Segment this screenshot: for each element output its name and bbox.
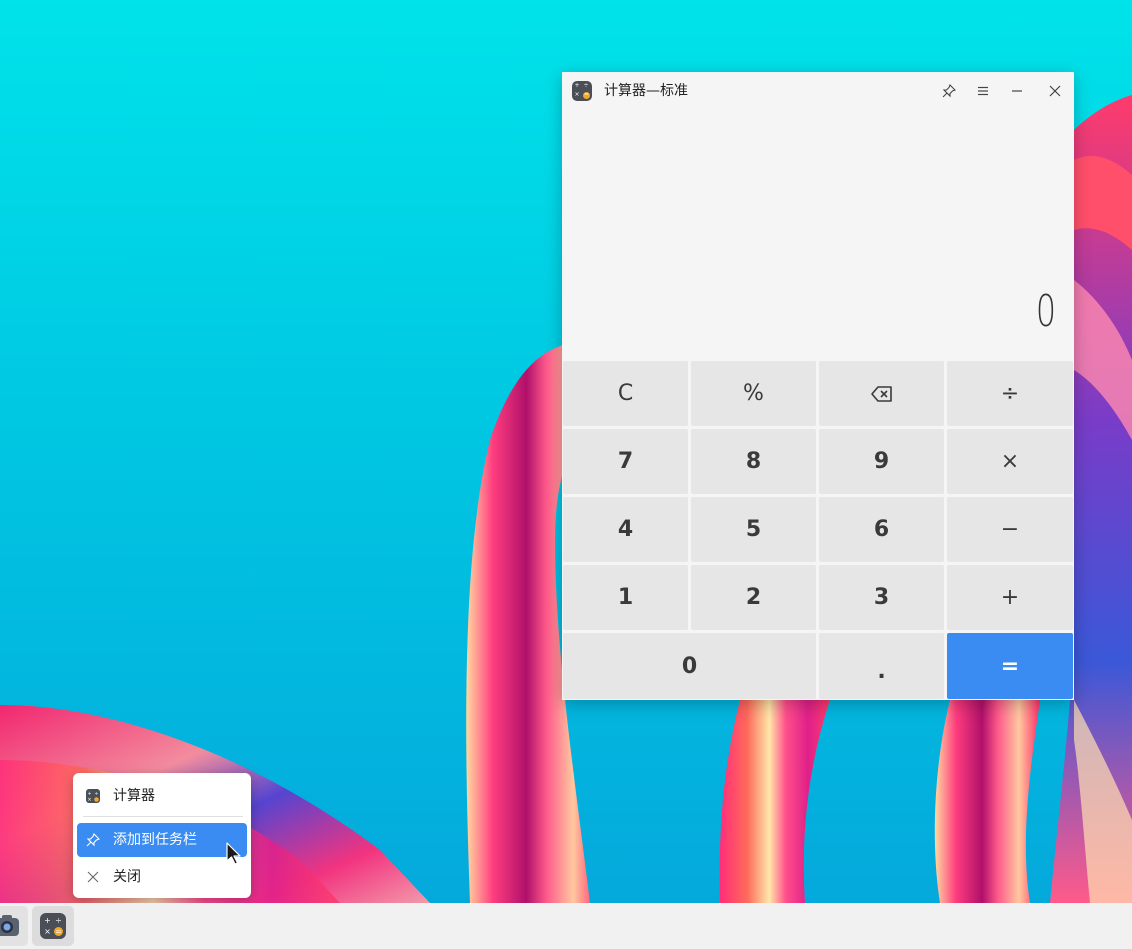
digit-6-button[interactable]: 6 xyxy=(819,497,944,562)
keypad: C % ÷ 7 8 9 × 4 5 6 − 1 2 3 + 0 . = xyxy=(562,361,1074,700)
multiply-button[interactable]: × xyxy=(947,429,1073,494)
calculator-icon: + ÷ × = xyxy=(40,913,66,939)
taskbar: + ÷ × = xyxy=(0,903,1132,949)
menu-item-close[interactable]: 关闭 xyxy=(77,860,247,894)
equals-button[interactable]: = xyxy=(947,633,1073,699)
digit-5-button[interactable]: 5 xyxy=(691,497,816,562)
clear-button[interactable]: C xyxy=(563,361,688,426)
camera-icon xyxy=(0,915,19,936)
menu-item-label: 计算器 xyxy=(113,788,155,804)
digit-7-button[interactable]: 7 xyxy=(563,429,688,494)
menu-divider xyxy=(83,816,243,817)
calculator-icon: + ÷ × xyxy=(85,788,101,804)
close-window-button[interactable] xyxy=(1042,78,1068,104)
close-icon xyxy=(1049,85,1061,97)
digit-8-button[interactable]: 8 xyxy=(691,429,816,494)
hamburger-menu-icon xyxy=(978,86,988,96)
digit-1-button[interactable]: 1 xyxy=(563,565,688,630)
minimize-button[interactable] xyxy=(1004,78,1030,104)
pin-icon xyxy=(85,832,101,848)
mouse-cursor-icon xyxy=(226,842,241,865)
close-icon xyxy=(85,869,101,885)
window-titlebar[interactable]: + ÷ × = 计算器—标准 xyxy=(562,72,1074,110)
digit-4-button[interactable]: 4 xyxy=(563,497,688,562)
digit-3-button[interactable]: 3 xyxy=(819,565,944,630)
decimal-button[interactable]: . xyxy=(819,633,944,699)
digit-0-button[interactable]: 0 xyxy=(563,633,816,699)
svg-text:×: × xyxy=(87,797,91,803)
percent-button[interactable]: % xyxy=(691,361,816,426)
calculator-window[interactable]: + ÷ × = 计算器—标准 0 C % ÷ 7 8 9 × 4 5 6 − 1… xyxy=(562,72,1074,700)
pin-window-button[interactable] xyxy=(936,78,962,104)
menu-item-calculator[interactable]: + ÷ × 计算器 xyxy=(77,779,247,813)
digit-9-button[interactable]: 9 xyxy=(819,429,944,494)
backspace-icon xyxy=(870,385,892,402)
taskbar-context-menu: + ÷ × 计算器 添加到任务栏 关闭 xyxy=(73,773,251,898)
digit-2-button[interactable]: 2 xyxy=(691,565,816,630)
menu-button[interactable] xyxy=(970,78,996,104)
taskbar-item-calculator[interactable]: + ÷ × = xyxy=(32,906,74,946)
menu-item-label: 添加到任务栏 xyxy=(113,832,197,848)
subtract-button[interactable]: − xyxy=(947,497,1073,562)
add-button[interactable]: + xyxy=(947,565,1073,630)
display-value: 0 xyxy=(1035,286,1056,337)
menu-item-label: 关闭 xyxy=(113,869,141,885)
divide-button[interactable]: ÷ xyxy=(947,361,1073,426)
calculator-icon: + ÷ × = xyxy=(572,81,592,101)
menu-item-add-to-taskbar[interactable]: 添加到任务栏 xyxy=(77,823,247,857)
svg-text:÷: ÷ xyxy=(94,791,98,797)
calculator-display xyxy=(562,110,1074,360)
window-title: 计算器—标准 xyxy=(604,83,688,99)
minimize-icon xyxy=(1012,90,1022,92)
pin-icon xyxy=(942,84,956,98)
taskbar-item-camera[interactable] xyxy=(0,906,28,946)
backspace-button[interactable] xyxy=(819,361,944,426)
